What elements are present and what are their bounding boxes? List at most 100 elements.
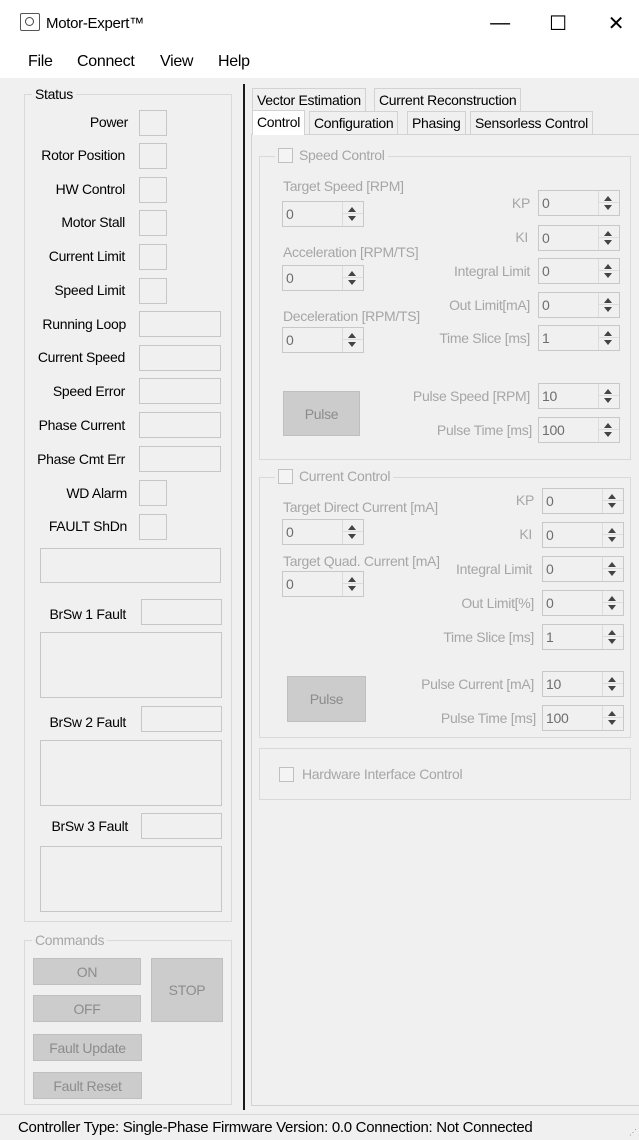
deceleration-spinner[interactable]: 0 (282, 327, 364, 353)
status-group-title: Status (32, 86, 76, 102)
status-field-running-loop (139, 311, 221, 337)
speed-ki-label: KI (515, 229, 528, 245)
status-label-rotor-position: Rotor Position (41, 147, 125, 163)
target-speed-spinner[interactable]: 0 (282, 201, 364, 227)
speed-kp-spinner[interactable]: 0 (538, 190, 620, 216)
speed-control-title: Speed Control (299, 147, 385, 163)
status-label-power: Power (89, 114, 128, 130)
menu-file[interactable]: File (28, 53, 53, 71)
speed-out-limit-spinner[interactable]: 0 (538, 292, 620, 318)
acceleration-spinner[interactable]: 0 (282, 265, 364, 291)
firmware-label: Firmware Version: (212, 1119, 328, 1136)
firmware-value: 0.0 (331, 1119, 352, 1136)
status-indicator-speed-limit (139, 278, 167, 304)
status-indicator-rotor-position (139, 143, 167, 169)
status-label-running-loop: Running Loop (42, 316, 126, 332)
minimize-button[interactable]: — (472, 0, 528, 46)
speed-pulse-button[interactable]: Pulse (283, 391, 360, 436)
on-button[interactable]: ON (33, 958, 141, 985)
speed-pulse-time-label: Pulse Time [ms] (436, 422, 532, 438)
acceleration-label: Acceleration [RPM/TS] (283, 244, 419, 260)
pulse-current-spinner[interactable]: 10 (542, 671, 624, 697)
current-ki-spinner[interactable]: 0 (542, 522, 624, 548)
tab-sensorless-control[interactable]: Sensorless Control (470, 111, 593, 134)
speed-integral-limit-spinner[interactable]: 0 (538, 258, 620, 284)
current-pulse-time-label: Pulse Time [ms] (440, 710, 536, 726)
status-label-current-speed: Current Speed (37, 349, 125, 365)
status-indicator-wd-alarm (139, 480, 167, 506)
current-pulse-button[interactable]: Pulse (287, 676, 366, 722)
tab-current-reconstruction[interactable]: Current Reconstruction (374, 88, 522, 111)
tab-control[interactable]: Control (252, 110, 306, 135)
fault-update-button[interactable]: Fault Update (33, 1034, 142, 1061)
current-control-checkbox[interactable] (278, 468, 293, 484)
current-integral-limit-spinner[interactable]: 0 (542, 556, 624, 582)
speed-kp-label: KP (511, 195, 530, 211)
status-label-speed-error: Speed Error (52, 383, 125, 399)
tab-vector-estimation[interactable]: Vector Estimation (252, 88, 366, 111)
pulse-current-label: Pulse Current [mA] (421, 676, 534, 692)
current-pulse-time-spinner[interactable]: 100 (542, 705, 624, 731)
target-direct-current-label: Target Direct Current [mA] (283, 499, 438, 515)
maximize-button[interactable]: ☐ (530, 0, 586, 46)
speed-time-slice-spinner[interactable]: 1 (538, 325, 620, 351)
speed-control-checkbox[interactable] (278, 147, 293, 163)
brsw2-fault-label: BrSw 2 Fault (49, 714, 126, 730)
current-out-limit-label: Out Limit[%] (461, 595, 534, 611)
off-button[interactable]: OFF (33, 995, 141, 1022)
speed-pulse-time-spinner[interactable]: 100 (538, 417, 620, 443)
brsw1-fault-label: BrSw 1 Fault (49, 606, 126, 622)
target-speed-label: Target Speed [RPM] (283, 178, 404, 194)
current-control-header: Current Control (275, 468, 394, 484)
status-bar-text: Controller Type: Single-Phase Firmware V… (18, 1119, 533, 1136)
fault-reset-button[interactable]: Fault Reset (33, 1072, 142, 1099)
status-label-phase-cmt-err: Phase Cmt Err (37, 451, 125, 467)
target-direct-current-spinner[interactable]: 0 (282, 519, 364, 545)
current-integral-limit-label: Integral Limit (456, 561, 532, 577)
status-label-hw-control: HW Control (55, 181, 126, 197)
current-time-slice-label: Time Slice [ms] (443, 629, 534, 645)
stop-button[interactable]: STOP (151, 958, 223, 1022)
status-label-current-limit: Current Limit (48, 248, 126, 264)
menu-connect[interactable]: Connect (77, 53, 135, 71)
current-out-limit-spinner[interactable]: 0 (542, 590, 624, 616)
brsw1-fault-detail (40, 632, 222, 698)
brsw3-fault-label: BrSw 3 Fault (51, 818, 128, 834)
tab-phasing[interactable]: Phasing (407, 111, 466, 134)
resize-grip-icon[interactable]: ⋰ (629, 1128, 637, 1137)
deceleration-label: Deceleration [RPM/TS] (283, 308, 420, 324)
target-quad-current-label: Target Quad. Current [mA] (283, 553, 440, 569)
splitter[interactable] (243, 84, 245, 1110)
status-label-fault-shdn: FAULT ShDn (48, 518, 127, 534)
pulse-speed-spinner[interactable]: 10 (538, 383, 620, 409)
menu-view[interactable]: View (160, 53, 194, 71)
current-ki-label: KI (519, 526, 532, 542)
brsw3-fault-field (141, 813, 222, 839)
app-icon (20, 13, 40, 31)
menu-help[interactable]: Help (218, 53, 250, 71)
hw-interface-label: Hardware Interface Control (302, 766, 463, 782)
status-indicator-current-limit (139, 244, 167, 270)
status-indicator-power (139, 110, 167, 136)
pulse-speed-label: Pulse Speed [RPM] (412, 388, 530, 404)
hw-interface-row: Hardware Interface Control (279, 766, 463, 782)
status-field-speed-error (139, 378, 221, 404)
connection-label: Connection: (355, 1119, 433, 1136)
current-kp-spinner[interactable]: 0 (542, 488, 624, 514)
controller-type-label: Controller Type: (18, 1119, 119, 1136)
status-field-phase-current (139, 412, 221, 438)
speed-integral-limit-label: Integral Limit (454, 263, 530, 279)
status-field-phase-cmt-err (139, 446, 221, 472)
hw-interface-checkbox[interactable] (279, 766, 294, 782)
speed-out-limit-label: Out Limit[mA] (449, 297, 530, 313)
brsw2-fault-field (141, 706, 222, 732)
speed-ki-spinner[interactable]: 0 (538, 225, 620, 251)
current-time-slice-spinner[interactable]: 1 (542, 624, 624, 650)
speed-time-slice-label: Time Slice [ms] (439, 330, 530, 346)
tab-configuration[interactable]: Configuration (309, 111, 399, 134)
window-title: Motor-Expert™ (46, 15, 144, 32)
brsw1-fault-field (141, 599, 222, 625)
status-label-phase-current: Phase Current (38, 417, 126, 433)
close-button[interactable]: ✕ (588, 0, 639, 46)
target-quad-current-spinner[interactable]: 0 (282, 571, 364, 597)
